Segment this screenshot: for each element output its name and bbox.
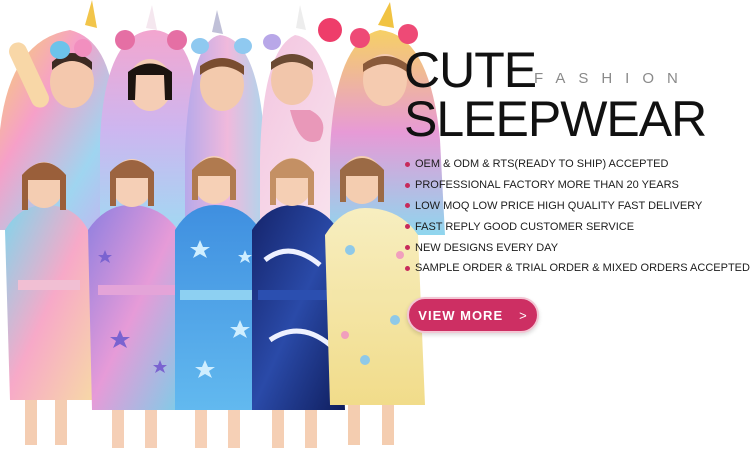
dot-icon: [405, 265, 410, 271]
feature-text: OEM & ODM & RTS(READY TO SHIP) ACCEPTED: [415, 158, 669, 171]
kids-sleepwear-photo: [0, 0, 445, 448]
feature-item: SAMPLE ORDER & TRIAL ORDER & MIXED ORDER…: [405, 258, 750, 279]
product-photo: [0, 0, 450, 450]
feature-item: LOW MOQ LOW PRICE HIGH QUALITY FAST DELI…: [405, 196, 745, 217]
feature-item: OEM & ODM & RTS(READY TO SHIP) ACCEPTED: [405, 154, 745, 175]
feature-item: PROFESSIONAL FACTORY MORE THAN 20 YEARS: [405, 175, 745, 196]
feature-item: FAST REPLY GOOD CUSTOMER SERVICE: [405, 216, 745, 237]
feature-item: NEW DESIGNS EVERY DAY: [405, 237, 745, 258]
view-more-label: VIEW MORE: [418, 307, 504, 323]
chevron-right-icon: >: [519, 307, 528, 323]
tagline: FASHION: [534, 70, 691, 87]
feature-text: FAST REPLY GOOD CUSTOMER SERVICE: [415, 220, 635, 233]
view-more-button[interactable]: VIEW MORE >: [407, 297, 539, 333]
headline: CUTE SLEEPWEAR: [404, 45, 707, 147]
dot-icon: [405, 203, 410, 209]
feature-text: SAMPLE ORDER & TRIAL ORDER & MIXED ORDER…: [415, 262, 750, 275]
feature-text: LOW MOQ LOW PRICE HIGH QUALITY FAST DELI…: [415, 199, 703, 212]
feature-list: OEM & ODM & RTS(READY TO SHIP) ACCEPTED …: [405, 154, 750, 279]
headline-line2: SLEEPWEAR: [404, 91, 707, 147]
dot-icon: [405, 161, 410, 167]
dot-icon: [405, 182, 410, 188]
feature-text: PROFESSIONAL FACTORY MORE THAN 20 YEARS: [415, 179, 679, 192]
dot-icon: [405, 245, 410, 251]
dot-icon: [405, 224, 410, 230]
feature-text: NEW DESIGNS EVERY DAY: [415, 241, 559, 254]
